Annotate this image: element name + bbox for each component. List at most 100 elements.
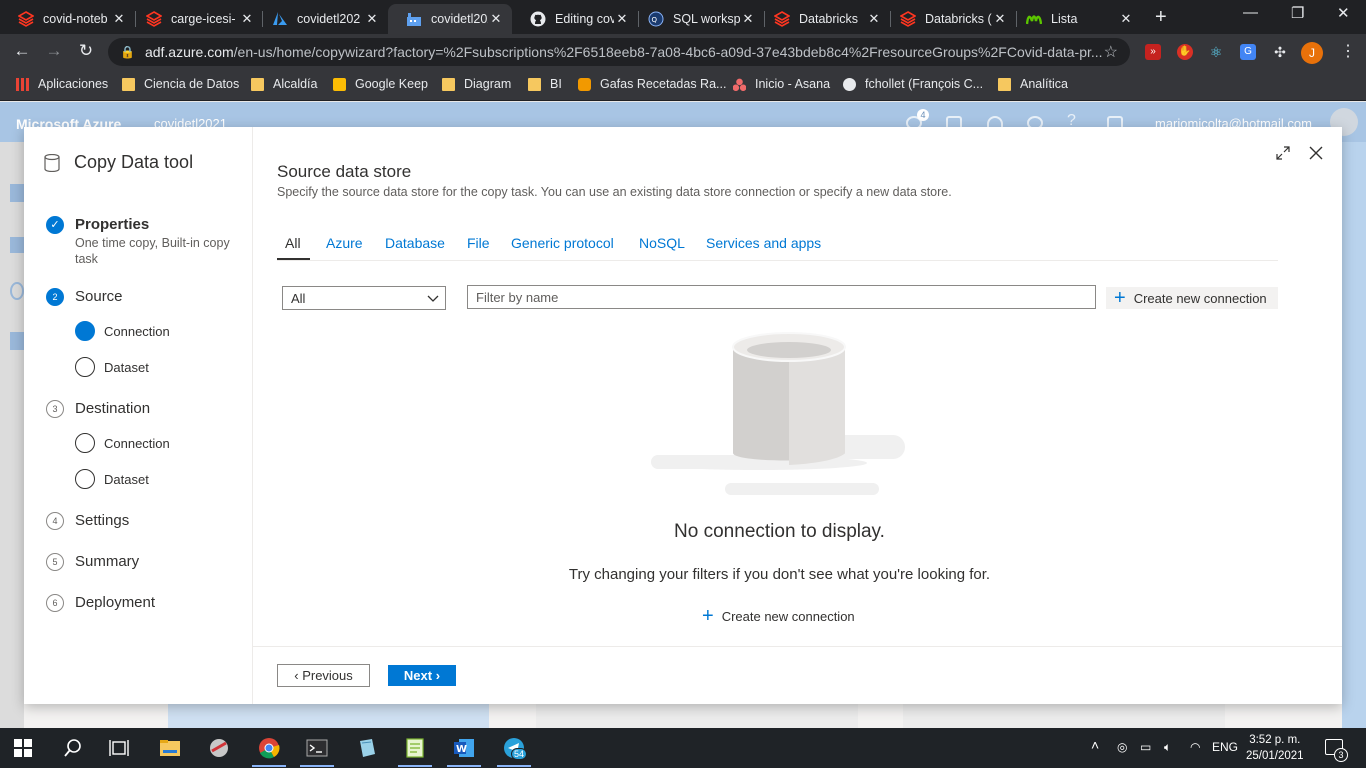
- profile-avatar[interactable]: J: [1301, 42, 1323, 64]
- create-new-connection-button[interactable]: + Create new connection: [1106, 287, 1278, 309]
- databricks-icon: [900, 11, 916, 27]
- browser-tab[interactable]: covid-noteb ✕: [0, 4, 135, 34]
- tab-services-and-apps[interactable]: Services and apps: [706, 235, 821, 251]
- substep-source-connection[interactable]: Connection: [75, 321, 170, 341]
- search-icon[interactable]: [62, 737, 84, 759]
- browser-tab[interactable]: Databricks ✕: [756, 4, 890, 34]
- extensions-puzzle-icon[interactable]: ✣: [1272, 44, 1288, 60]
- close-icon[interactable]: ✕: [239, 11, 255, 27]
- chevron-up-icon[interactable]: ˄: [1091, 737, 1099, 753]
- tab-generic-protocol[interactable]: Generic protocol: [511, 235, 614, 251]
- bookmark-folder[interactable]: Diagram: [442, 77, 511, 91]
- input-language[interactable]: ENG: [1212, 740, 1238, 754]
- browser-tab[interactable]: carge-icesi- ✕: [128, 4, 263, 34]
- bookmark-gafas[interactable]: Gafas Recetadas Ra...: [578, 77, 726, 91]
- chrome-icon[interactable]: [258, 737, 280, 759]
- battery-icon[interactable]: ▭: [1140, 740, 1151, 754]
- app-icon[interactable]: [208, 737, 230, 759]
- author-pencil-icon[interactable]: [10, 237, 24, 253]
- running-indicator: [300, 765, 334, 767]
- new-tab-button[interactable]: +: [1155, 6, 1167, 29]
- wifi-icon[interactable]: ◠: [1190, 740, 1200, 754]
- close-icon[interactable]: ✕: [992, 11, 1008, 27]
- bookmark-github[interactable]: fchollet (François C...: [843, 77, 983, 91]
- store-type-dropdown[interactable]: All: [282, 286, 446, 310]
- close-icon[interactable]: ✕: [111, 11, 127, 27]
- databricks-icon: [146, 11, 162, 27]
- extension-icon[interactable]: »: [1145, 44, 1161, 60]
- folder-icon: [998, 77, 1011, 91]
- file-explorer-icon[interactable]: [159, 737, 181, 759]
- reload-button[interactable]: ↻: [76, 41, 96, 61]
- bookmark-star-icon[interactable]: ☆: [1104, 42, 1118, 62]
- manage-toolbox-icon[interactable]: [10, 332, 24, 350]
- close-icon[interactable]: ✕: [488, 11, 504, 27]
- close-icon[interactable]: [1308, 145, 1324, 161]
- windows-start-icon[interactable]: [14, 739, 32, 757]
- browser-tab[interactable]: Lista ✕: [1008, 4, 1142, 34]
- next-button[interactable]: Next ›: [388, 665, 456, 686]
- filter-by-name-input[interactable]: [467, 285, 1096, 309]
- button-label: Create new connection: [1133, 290, 1267, 306]
- plus-icon: +: [1114, 287, 1126, 309]
- close-icon[interactable]: ✕: [614, 11, 630, 27]
- back-button[interactable]: ←: [12, 41, 32, 61]
- step-settings[interactable]: 4 Settings: [46, 512, 129, 530]
- close-icon[interactable]: ✕: [364, 11, 380, 27]
- browser-tab[interactable]: covidetl202 ✕: [254, 4, 388, 34]
- monitor-icon[interactable]: [10, 282, 24, 300]
- address-bar[interactable]: 🔒 adf.azure.com /en-us/home/copywizard?f…: [108, 38, 1130, 66]
- notepad-icon[interactable]: [356, 737, 378, 759]
- substep-destination-connection[interactable]: Connection: [75, 433, 170, 453]
- tab-azure[interactable]: Azure: [326, 235, 363, 251]
- bookmark-folder[interactable]: Ciencia de Datos: [122, 77, 239, 91]
- browser-tab[interactable]: Databricks ( ✕: [882, 4, 1016, 34]
- browser-menu-icon[interactable]: ⋮: [1340, 41, 1356, 61]
- task-view-icon[interactable]: [108, 737, 130, 759]
- system-clock[interactable]: 3:52 p. m. 25/01/2021: [1246, 732, 1304, 764]
- substep-destination-dataset[interactable]: Dataset: [75, 469, 149, 489]
- meet-now-icon[interactable]: ◎: [1117, 740, 1127, 754]
- tab-database[interactable]: Database: [385, 235, 445, 251]
- step-destination[interactable]: 3 Destination: [46, 400, 150, 418]
- notepad-plus-icon[interactable]: [404, 737, 426, 759]
- step-properties[interactable]: ✓ Properties: [46, 216, 149, 234]
- expand-icon[interactable]: [1276, 146, 1290, 160]
- terminal-icon[interactable]: [306, 737, 328, 759]
- create-new-connection-link[interactable]: + Create new connection: [702, 606, 855, 626]
- minimize-button[interactable]: —: [1243, 4, 1258, 21]
- bookmark-apps[interactable]: Aplicaciones: [16, 77, 108, 91]
- tab-file[interactable]: File: [467, 235, 490, 251]
- tab-all[interactable]: All: [285, 235, 301, 251]
- browser-tab[interactable]: Q SQL worksp ✕: [630, 4, 764, 34]
- volume-icon[interactable]: 🔈︎: [1164, 740, 1171, 755]
- restore-button[interactable]: ❐: [1291, 4, 1304, 22]
- bookmark-folder[interactable]: Analítica: [998, 77, 1068, 91]
- react-devtools-icon[interactable]: ⚛: [1208, 44, 1224, 60]
- bookmark-asana[interactable]: Inicio - Asana: [733, 77, 830, 91]
- window-close-button[interactable]: ✕: [1337, 4, 1350, 22]
- close-icon[interactable]: ✕: [740, 11, 756, 27]
- previous-button[interactable]: ‹ Previous: [277, 664, 370, 687]
- close-icon[interactable]: ✕: [866, 11, 882, 27]
- close-icon[interactable]: ✕: [1118, 11, 1134, 27]
- forward-button[interactable]: →: [44, 41, 64, 61]
- home-icon[interactable]: [10, 184, 24, 202]
- bookmark-folder[interactable]: Alcaldía: [251, 77, 317, 91]
- bookmark-folder[interactable]: BI: [528, 77, 562, 91]
- tab-nosql[interactable]: NoSQL: [639, 235, 685, 251]
- step-deployment[interactable]: 6 Deployment: [46, 594, 155, 612]
- current-step-indicator: [75, 321, 95, 341]
- substep-source-dataset[interactable]: Dataset: [75, 357, 149, 377]
- translate-icon[interactable]: G: [1240, 44, 1256, 60]
- store-category-tabs: All Azure Database File Generic protocol…: [277, 231, 1278, 261]
- browser-tab[interactable]: Editing covi ✕: [512, 4, 638, 34]
- word-icon[interactable]: W: [453, 737, 475, 759]
- step-source[interactable]: 2 Source: [46, 288, 123, 306]
- adblock-icon[interactable]: ✋: [1177, 44, 1193, 60]
- step-summary[interactable]: 5 Summary: [46, 553, 139, 571]
- browser-tab-active[interactable]: covidetl202 ✕: [388, 4, 512, 34]
- bookmark-google-keep[interactable]: Google Keep: [333, 77, 428, 91]
- help-icon[interactable]: ?: [1067, 112, 1083, 129]
- selected-tab-underline: [277, 258, 310, 260]
